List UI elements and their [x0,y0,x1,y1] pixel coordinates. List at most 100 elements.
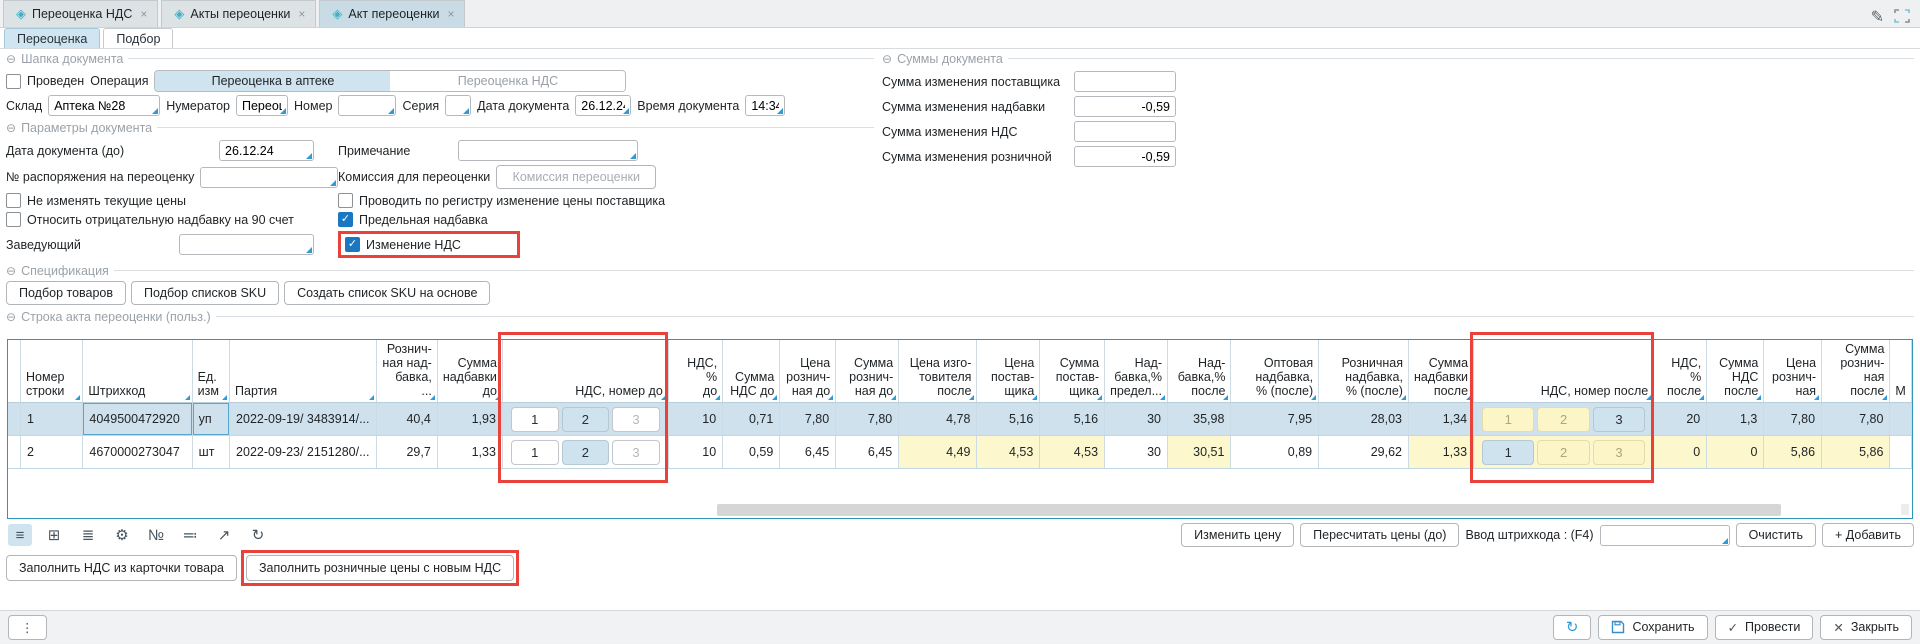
collapse-icon[interactable]: ⊖ [6,264,16,278]
cell-retail-markup-before[interactable]: 40,4 [376,403,437,436]
fill-retail-new-vat-button[interactable]: Заполнить розничные цены с новым НДС [246,555,514,581]
column-header-vat-pct-before[interactable]: НДС, % до [668,340,722,403]
cell-truncated[interactable] [1890,436,1912,469]
close-button[interactable]: ✕ Закрыть [1820,615,1912,640]
column-header-markup-pct-limit[interactable]: Над- бавка,% предел... [1105,340,1168,403]
column-header-row-number[interactable]: Номер строки [21,340,83,403]
cell-retail-price-after[interactable]: 7,80 [1764,403,1822,436]
collapse-icon[interactable]: ⊖ [6,310,16,324]
order-field[interactable] [201,168,337,187]
sum-markup-field[interactable] [1075,97,1175,116]
cell-supplier-price[interactable]: 4,53 [977,436,1040,469]
create-sku-list-button[interactable]: Создать список SKU на основе [284,281,490,305]
cell-retail-markup-after[interactable]: 29,62 [1319,436,1409,469]
cell-retail-sum-after[interactable]: 7,80 [1822,403,1890,436]
post-button[interactable]: ✓ Провести [1715,615,1814,640]
cell-spacer[interactable] [8,403,21,436]
cell-markup-sum-after[interactable]: 1,33 [1408,436,1473,469]
vat-number-button[interactable]: 3 [1593,407,1645,432]
cell-vat-pct-after[interactable]: 20 [1654,403,1707,436]
sum-supplier-field[interactable] [1075,72,1175,91]
select-goods-button[interactable]: Подбор товаров [6,281,126,305]
cell-barcode[interactable]: 4049500472920 [83,403,192,436]
checkbox-supplier-register[interactable] [338,193,353,208]
fill-vat-from-card-button[interactable]: Заполнить НДС из карточки товара [6,555,237,581]
manager-field[interactable] [180,235,313,254]
vat-number-button[interactable]: 3 [612,407,660,432]
collapse-icon[interactable]: ⊖ [6,52,16,66]
cell-vat-pct-before[interactable]: 10 [668,436,722,469]
cell-retail-price-before[interactable]: 7,80 [780,403,836,436]
column-header-markup-sum-after[interactable]: Сумма надбавки после [1408,340,1473,403]
cell-batch[interactable]: 2022-09-23/ 2151280/... [230,436,376,469]
cell-vat-sum-before[interactable]: 0,59 [723,436,780,469]
column-header-vat-pct-after[interactable]: НДС, % после [1654,340,1707,403]
column-header-wholesale-markup-after[interactable]: Оптовая надбавка, % (после) [1231,340,1319,403]
reload-grid-icon[interactable]: ↻ [246,524,270,546]
grid-view-icon[interactable]: ⊞ [42,524,66,546]
cell-supplier-sum[interactable]: 4,53 [1040,436,1105,469]
column-header-retail-markup-after[interactable]: Розничная надбавка, % (после) [1319,340,1409,403]
horizontal-scrollbar[interactable] [10,504,1894,516]
cell-retail-markup-before[interactable]: 29,7 [376,436,437,469]
cell-vat-number-before[interactable]: 123 [502,403,668,436]
date-do-field[interactable] [220,141,313,160]
seria-field[interactable] [446,96,470,115]
column-header-retail-sum-after[interactable]: Сумма рознич- ная после [1822,340,1890,403]
cell-supplier-price[interactable]: 5,16 [977,403,1040,436]
sklad-field[interactable] [49,96,159,115]
cell-vat-number-before[interactable]: 123 [502,436,668,469]
refresh-button[interactable]: ↻ [1553,615,1592,640]
cell-markup-pct-after[interactable]: 30,51 [1168,436,1231,469]
cell-retail-sum-before[interactable]: 6,45 [836,436,899,469]
vat-number-button[interactable]: 1 [1482,407,1534,432]
checkbox-keep-prices[interactable] [6,193,21,208]
edit-pencil-icon[interactable]: ✎ [1871,7,1884,27]
recalc-prices-button[interactable]: Пересчитать цены (до) [1300,523,1459,547]
cell-vat-pct-after[interactable]: 0 [1654,436,1707,469]
column-header-retail-price-after[interactable]: Цена рознич- ная [1764,340,1822,403]
vat-number-button[interactable]: 2 [1537,407,1589,432]
add-row-icon[interactable]: ≕ [178,524,202,546]
table-row[interactable]: 14049500472920уп2022-09-19/ 3483914/...4… [8,403,1912,436]
collapse-icon[interactable]: ⊖ [6,121,16,135]
column-header-markup-pct-after[interactable]: Над- бавка,% после [1168,340,1231,403]
vat-number-button[interactable]: 2 [1537,440,1589,465]
vat-number-button[interactable]: 2 [562,440,610,465]
cell-unit[interactable]: шт [192,436,229,469]
proveden-checkbox[interactable] [6,74,21,89]
cell-markup-sum-before[interactable]: 1,33 [437,436,502,469]
column-header-barcode[interactable]: Штрихкод [83,340,192,403]
sum-vat-field[interactable] [1075,122,1175,141]
cell-vat-number-after[interactable]: 123 [1474,436,1654,469]
tab-pereotsenka[interactable]: Переоценка [4,28,100,48]
cell-markup-sum-before[interactable]: 1,93 [437,403,502,436]
vat-number-button[interactable]: 1 [511,407,559,432]
doc-date-field[interactable] [576,96,630,115]
tab-revaluation-nds[interactable]: ◈ Переоценка НДС × [3,0,158,27]
numerator-field[interactable] [237,96,287,115]
column-header-vat-sum-after[interactable]: Сумма НДС после [1707,340,1764,403]
cell-retail-markup-after[interactable]: 28,03 [1319,403,1409,436]
cell-barcode[interactable]: 4670000273047 [83,436,192,469]
sum-retail-field[interactable] [1075,147,1175,166]
clear-button[interactable]: Очистить [1736,523,1816,547]
add-row-button[interactable]: + Добавить [1822,523,1914,547]
cell-truncated[interactable] [1890,403,1912,436]
cell-vat-pct-before[interactable]: 10 [668,403,722,436]
column-header-retail-sum-before[interactable]: Сумма рознич- ная до [836,340,899,403]
settings-gear-icon[interactable]: ⚙ [110,524,134,546]
cell-vat-sum-after[interactable]: 0 [1707,436,1764,469]
cell-retail-sum-before[interactable]: 7,80 [836,403,899,436]
cell-retail-price-after[interactable]: 5,86 [1764,436,1822,469]
column-header-truncated[interactable]: М [1890,340,1912,403]
nomer-field[interactable] [339,96,395,115]
cell-manufacturer-price-after[interactable]: 4,78 [899,403,977,436]
cell-spacer[interactable] [8,436,21,469]
cell-row-number[interactable]: 2 [21,436,83,469]
collapse-icon[interactable]: ⊖ [882,52,892,66]
cell-retail-price-before[interactable]: 6,45 [780,436,836,469]
vat-number-button[interactable]: 1 [1482,440,1534,465]
tab-close-icon[interactable]: × [296,7,305,21]
cell-vat-sum-after[interactable]: 1,3 [1707,403,1764,436]
